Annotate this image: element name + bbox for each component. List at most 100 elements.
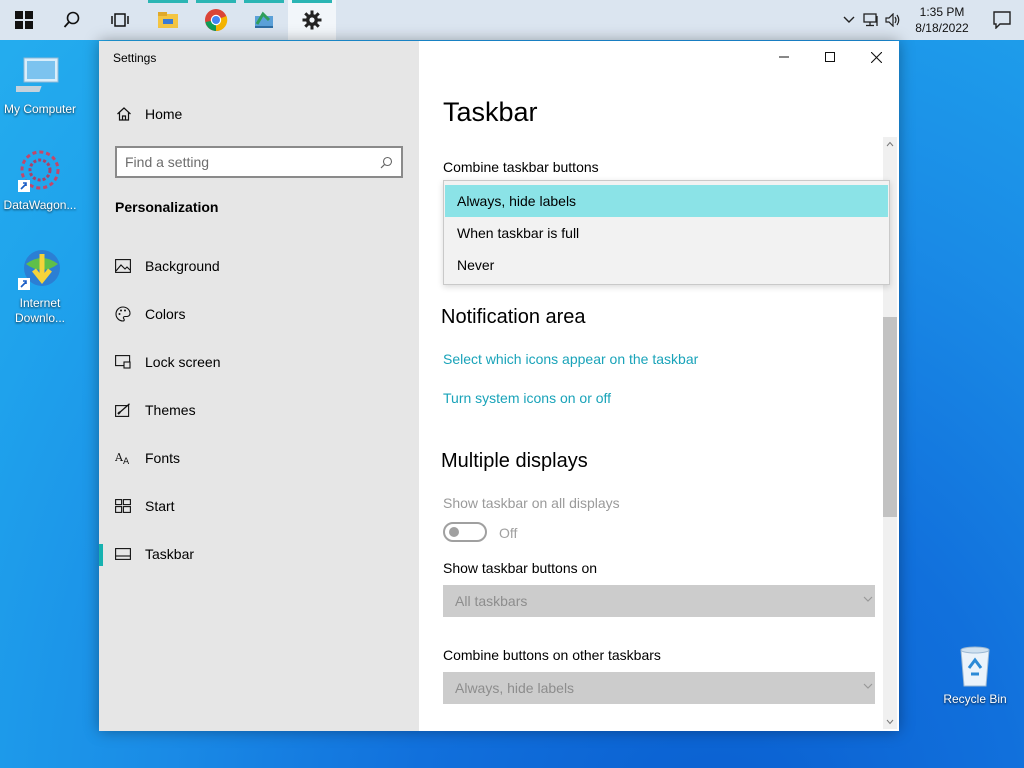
system-icons-link[interactable]: Turn system icons on or off [443, 390, 611, 406]
chrome-icon [205, 9, 228, 32]
show-taskbar-all-displays-label: Show taskbar on all displays [443, 495, 620, 511]
minimize-button[interactable] [761, 41, 807, 73]
nav-item-lock-screen[interactable]: Lock screen [99, 342, 419, 382]
clock[interactable]: 1:35 PM 8/18/2022 [904, 4, 980, 36]
fonts-icon: AA [99, 451, 145, 465]
nav-item-colors[interactable]: Colors [99, 294, 419, 334]
nav-home-label: Home [145, 106, 183, 122]
app-button[interactable] [240, 0, 288, 40]
nav-item-start[interactable]: Start [99, 486, 419, 526]
show-hidden-icons-button[interactable] [838, 0, 860, 40]
settings-nav-pane: Settings Home Personalization Background… [99, 41, 419, 731]
combine-other-taskbars-label: Combine buttons on other taskbars [443, 647, 661, 663]
chevron-down-icon [863, 596, 873, 602]
network-icon [863, 13, 878, 27]
maximize-icon [825, 52, 835, 62]
search-input[interactable] [125, 154, 380, 170]
dropdown-option-always-hide-labels[interactable]: Always, hide labels [445, 185, 888, 217]
nav-item-label: Colors [145, 306, 186, 322]
desktop-icon-datawagon[interactable]: DataWagon... [0, 148, 80, 213]
desktop-icon-my-computer[interactable]: My Computer [0, 52, 80, 117]
action-center-button[interactable] [980, 0, 1024, 40]
task-view-button[interactable] [96, 0, 144, 40]
desktop-icon-label-line1: Internet [19, 296, 61, 310]
nav-item-fonts[interactable]: AA Fonts [99, 438, 419, 478]
settings-icon [302, 10, 322, 30]
desktop-icon-recycle-bin[interactable]: Recycle Bin [935, 642, 1015, 707]
task-view-icon [111, 13, 129, 27]
computer-icon [5, 52, 64, 100]
find-setting-search[interactable] [115, 146, 403, 178]
start-button[interactable] [0, 0, 48, 40]
nav-section-title: Personalization [115, 199, 219, 215]
show-taskbar-buttons-on-select[interactable]: All taskbars [443, 585, 875, 617]
desktop-icon-label: My Computer [3, 102, 77, 116]
scroll-thumb[interactable] [883, 317, 897, 517]
datawagon-icon [16, 148, 64, 196]
search-button[interactable] [48, 0, 96, 40]
maximize-button[interactable] [807, 41, 853, 73]
lock-screen-icon [99, 355, 145, 369]
chevron-up-icon [843, 16, 855, 23]
combine-taskbar-buttons-label: Combine taskbar buttons [443, 159, 599, 175]
search-icon [63, 11, 80, 28]
nav-item-label: Themes [145, 402, 196, 418]
chevron-up-icon [886, 141, 894, 147]
taskbar-icon [99, 548, 145, 560]
desktop-icon-internet-download[interactable]: Internet Downlo... [0, 246, 80, 326]
svg-text:A: A [123, 457, 130, 465]
dropdown-option-never[interactable]: Never [445, 249, 888, 281]
clock-date: 8/18/2022 [915, 21, 969, 35]
close-button[interactable] [853, 41, 899, 73]
scroll-up-button[interactable] [883, 137, 897, 151]
app-icon [255, 11, 273, 28]
window-title: Settings [113, 51, 157, 65]
palette-icon [99, 306, 145, 322]
select-value: Always, hide labels [455, 680, 575, 696]
chevron-down-icon [886, 719, 894, 725]
internet-download-icon [16, 246, 64, 294]
page-title: Taskbar [443, 97, 538, 127]
toggle-state-label: Off [499, 525, 518, 541]
multiple-displays-heading: Multiple displays [441, 450, 588, 472]
show-taskbar-buttons-on-label: Show taskbar buttons on [443, 560, 598, 576]
desktop-icon-label: DataWagon... [3, 198, 77, 212]
notification-area-heading: Notification area [441, 306, 586, 328]
nav-item-background[interactable]: Background [99, 246, 419, 286]
picture-icon [99, 259, 145, 273]
clock-time: 1:35 PM [919, 5, 965, 19]
themes-icon [99, 403, 145, 417]
dropdown-option-when-full[interactable]: When taskbar is full [445, 217, 888, 249]
taskbar: 1:35 PM 8/18/2022 [0, 0, 1024, 40]
combine-other-taskbars-select[interactable]: Always, hide labels [443, 672, 875, 704]
nav-item-label: Start [145, 498, 175, 514]
desktop-icon-label: Recycle Bin [943, 692, 1007, 706]
chrome-button[interactable] [192, 0, 240, 40]
volume-button[interactable] [882, 0, 904, 40]
notification-icon [993, 11, 1011, 29]
nav-item-label: Background [145, 258, 220, 274]
close-icon [870, 51, 882, 63]
start-icon [99, 499, 145, 513]
scroll-down-button[interactable] [883, 715, 897, 729]
nav-item-themes[interactable]: Themes [99, 390, 419, 430]
nav-item-label: Lock screen [145, 354, 221, 370]
nav-home[interactable]: Home [99, 103, 419, 125]
settings-window: Settings Home Personalization Background… [99, 41, 899, 731]
file-explorer-button[interactable] [144, 0, 192, 40]
search-icon[interactable] [380, 156, 393, 169]
select-icons-link[interactable]: Select which icons appear on the taskbar [443, 351, 698, 367]
combine-taskbar-buttons-dropdown[interactable]: Always, hide labels When taskbar is full… [443, 180, 890, 285]
select-value: All taskbars [455, 593, 528, 609]
nav-item-label: Fonts [145, 450, 181, 466]
minimize-icon [779, 56, 789, 58]
show-taskbar-all-displays-toggle[interactable] [443, 522, 487, 542]
network-button[interactable] [860, 0, 882, 40]
nav-item-label: Taskbar [145, 546, 195, 562]
settings-content-pane: Taskbar Combine taskbar buttons Always, … [419, 41, 899, 731]
system-tray: 1:35 PM 8/18/2022 [838, 0, 1024, 40]
chevron-down-icon [863, 683, 873, 689]
windows-logo-icon [15, 11, 33, 29]
settings-taskbar-button[interactable] [288, 0, 336, 40]
nav-item-taskbar[interactable]: Taskbar [99, 534, 419, 574]
